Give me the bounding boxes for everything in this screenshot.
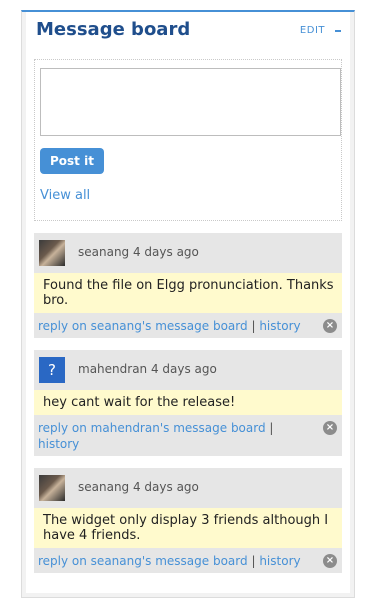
post-it-button[interactable]: Post it bbox=[40, 148, 104, 174]
message-header: ? mahendran 4 days ago bbox=[38, 356, 338, 384]
link-separator: | bbox=[251, 554, 256, 568]
message-header: seanang 4 days ago bbox=[38, 239, 338, 267]
message-item: seanang 4 days ago Found the file on Elg… bbox=[34, 233, 342, 338]
edit-widget-link[interactable]: EDIT bbox=[300, 25, 325, 36]
history-link[interactable]: history bbox=[259, 554, 300, 568]
message-textarea[interactable] bbox=[40, 68, 341, 136]
reply-link[interactable]: reply on seanang's message board bbox=[38, 554, 248, 568]
close-circle-icon[interactable]: × bbox=[323, 319, 337, 333]
message-links: reply on seanang's message board | histo… bbox=[38, 318, 338, 334]
message-meta: seanang 4 days ago bbox=[78, 480, 199, 494]
history-link[interactable]: history bbox=[38, 437, 79, 451]
link-separator: | bbox=[251, 319, 256, 333]
close-circle-icon[interactable]: × bbox=[323, 554, 337, 568]
message-item: seanang 4 days ago The widget only displ… bbox=[34, 468, 342, 573]
message-meta: seanang 4 days ago bbox=[78, 245, 199, 259]
close-circle-icon[interactable]: × bbox=[323, 421, 337, 435]
message-content: hey cant wait for the release! bbox=[34, 390, 342, 415]
user-avatar[interactable] bbox=[39, 240, 65, 266]
message-header: seanang 4 days ago bbox=[38, 474, 338, 502]
message-meta: mahendran 4 days ago bbox=[78, 362, 217, 376]
post-form: Post it View all bbox=[34, 59, 342, 221]
widget-title: Message board bbox=[36, 19, 191, 40]
message-content: Found the file on Elgg pronunciation. Th… bbox=[34, 273, 342, 313]
default-avatar[interactable]: ? bbox=[39, 357, 65, 383]
history-link[interactable]: history bbox=[259, 319, 300, 333]
view-all-link[interactable]: View all bbox=[40, 188, 90, 203]
reply-link[interactable]: reply on seanang's message board bbox=[38, 319, 248, 333]
message-item: ? mahendran 4 days ago hey cant wait for… bbox=[34, 350, 342, 456]
reply-link[interactable]: reply on mahendran's message board bbox=[38, 421, 266, 435]
message-content: The widget only display 3 friends althou… bbox=[34, 508, 342, 548]
message-links: reply on mahendran's message board | his… bbox=[38, 420, 338, 452]
minus-icon[interactable] bbox=[335, 30, 341, 32]
message-board-widget: Message board EDIT Post it View all sean… bbox=[21, 10, 355, 598]
message-links: reply on seanang's message board | histo… bbox=[38, 553, 338, 569]
widget-header: Message board EDIT bbox=[26, 12, 350, 50]
link-separator: | bbox=[269, 421, 274, 435]
user-avatar[interactable] bbox=[39, 475, 65, 501]
widget-body: Post it View all seanang 4 days ago Foun… bbox=[26, 50, 350, 593]
